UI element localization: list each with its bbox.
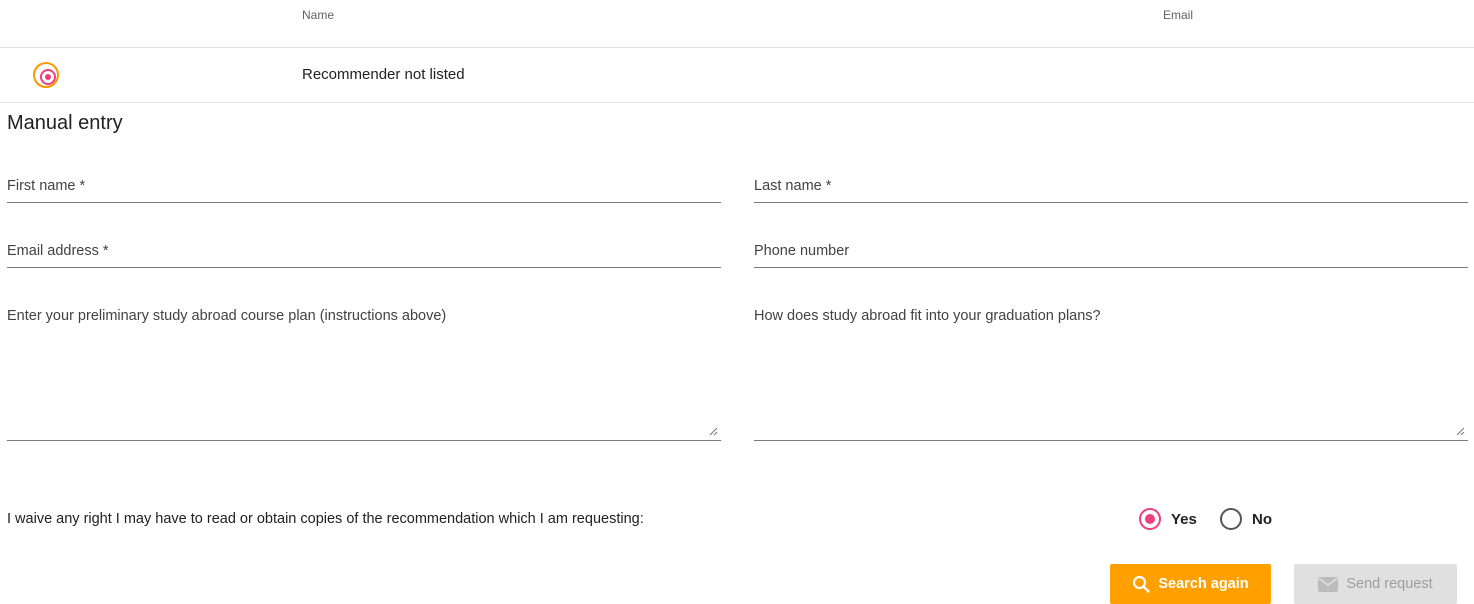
resize-handle-icon[interactable] (708, 426, 718, 436)
waiver-yes-radio[interactable]: Yes (1139, 506, 1197, 532)
email-address-label: Email address * (7, 243, 109, 259)
waiver-statement: I waive any right I may have to read or … (7, 511, 644, 527)
radio-selected-icon[interactable] (1139, 508, 1161, 530)
search-again-label: Search again (1158, 576, 1249, 592)
waiver-yes-label: Yes (1171, 510, 1197, 528)
last-name-field[interactable]: Last name * (754, 172, 1468, 203)
table-row-recommender-not-listed[interactable]: Recommender not listed (0, 48, 1474, 103)
email-address-field[interactable]: Email address * (7, 237, 721, 268)
column-header-name: Name (302, 8, 335, 22)
graduation-plans-label: How does study abroad fit into your grad… (754, 308, 1101, 324)
recommender-name-cell: Recommender not listed (302, 66, 465, 83)
waiver-no-radio[interactable]: No (1220, 506, 1272, 532)
send-request-label: Send request (1346, 576, 1433, 592)
first-name-field[interactable]: First name * (7, 172, 721, 203)
mail-icon (1318, 576, 1339, 592)
course-plan-textarea[interactable]: Enter your preliminary study abroad cour… (7, 303, 721, 441)
phone-number-field[interactable]: Phone number (754, 237, 1468, 268)
send-request-button[interactable]: Send request (1294, 564, 1457, 604)
waiver-no-label: No (1252, 510, 1272, 528)
recommender-not-listed-radio[interactable] (31, 60, 61, 90)
search-icon (1132, 575, 1151, 593)
first-name-label: First name * (7, 178, 86, 194)
recommender-table-header: Name Email (0, 0, 1474, 48)
course-plan-label: Enter your preliminary study abroad cour… (7, 308, 447, 324)
phone-number-label: Phone number (754, 243, 850, 259)
graduation-plans-textarea[interactable]: How does study abroad fit into your grad… (754, 303, 1468, 441)
search-again-button[interactable]: Search again (1110, 564, 1271, 604)
resize-handle-icon[interactable] (1455, 426, 1465, 436)
radio-unselected-icon[interactable] (1220, 508, 1242, 530)
last-name-label: Last name * (754, 178, 832, 194)
section-title-manual-entry: Manual entry (7, 112, 123, 134)
column-header-email: Email (1163, 8, 1194, 22)
